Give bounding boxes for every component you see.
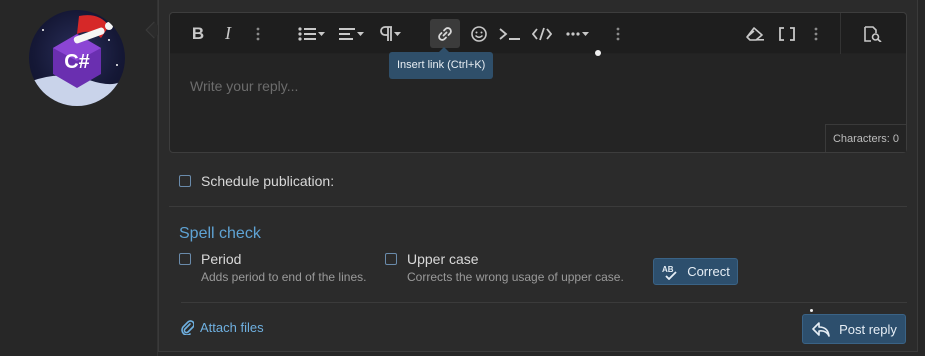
correct-label: Correct <box>687 264 730 279</box>
chevron-down-icon <box>356 31 364 36</box>
chevron-down-icon <box>393 31 401 36</box>
reply-icon <box>812 322 830 337</box>
emoji-button[interactable] <box>466 19 492 48</box>
list-button[interactable] <box>294 19 328 48</box>
bold-button[interactable]: B <box>186 19 210 48</box>
avatar-text: C# <box>64 51 90 73</box>
cursor-dot-2 <box>810 309 813 312</box>
eraser-icon <box>746 26 764 41</box>
remove-formatting-button[interactable] <box>742 19 768 48</box>
paperclip-icon <box>181 320 194 335</box>
reply-textarea[interactable]: Write your reply... Characters: 0 <box>170 54 906 152</box>
chevron-down-icon <box>317 31 325 36</box>
svg-text:AB: AB <box>662 265 674 274</box>
attach-files-label: Attach files <box>200 319 264 335</box>
post-reply-button[interactable]: Post reply <box>802 314 906 344</box>
terminal-icon <box>499 27 520 40</box>
toolbar-divider <box>840 13 841 54</box>
period-label: Period <box>201 251 242 267</box>
chevron-down-icon <box>581 31 589 36</box>
paragraph-icon <box>379 25 392 41</box>
reply-placeholder: Write your reply... <box>190 78 299 94</box>
more-vertical-icon <box>616 27 620 40</box>
insert-link-tooltip: Insert link (Ctrl+K) <box>389 47 494 79</box>
list-icon <box>297 26 316 41</box>
upper-case-description: Corrects the wrong usage of upper case. <box>407 270 624 284</box>
more-vertical-icon <box>814 27 818 40</box>
more-insert-options-button[interactable] <box>562 19 592 48</box>
bbcode-toggle-button[interactable] <box>774 19 800 48</box>
bold-icon: B <box>191 23 205 43</box>
more-options-button-2[interactable] <box>808 19 824 48</box>
character-count: Characters: 0 <box>824 124 906 152</box>
post-reply-label: Post reply <box>839 321 897 337</box>
link-icon <box>438 26 452 41</box>
editor-toolbar: B I <box>170 13 906 54</box>
preview-icon <box>864 25 882 42</box>
align-button[interactable] <box>334 19 368 48</box>
more-horizontal-icon <box>565 31 580 36</box>
correct-button[interactable]: AB Correct <box>653 258 738 285</box>
code-icon <box>532 27 552 40</box>
schedule-checkbox[interactable] <box>179 175 191 187</box>
more-text-options-button[interactable] <box>250 19 266 48</box>
cursor-dot <box>595 50 601 56</box>
avatar[interactable]: C# <box>29 10 125 106</box>
period-description: Adds period to end of the lines. <box>201 270 367 284</box>
upper-case-checkbox[interactable] <box>385 253 397 265</box>
smiley-icon <box>471 25 487 42</box>
user-column: C# <box>0 0 158 356</box>
period-checkbox[interactable] <box>179 253 191 265</box>
paragraph-button[interactable] <box>374 19 406 48</box>
spell-check-icon: AB <box>662 265 677 280</box>
spell-option-period[interactable]: Period Adds period to end of the lines. <box>179 251 366 284</box>
italic-icon: I <box>225 23 231 43</box>
insert-link-button[interactable] <box>430 19 460 48</box>
preview-button[interactable] <box>858 19 888 48</box>
italic-button[interactable]: I <box>216 19 240 48</box>
upper-case-label: Upper case <box>407 251 479 267</box>
spell-check-title: Spell check <box>179 225 261 242</box>
more-vertical-icon <box>256 27 260 40</box>
align-icon <box>338 27 355 40</box>
section-divider <box>169 206 907 207</box>
avatar-image: C# <box>29 15 125 106</box>
code-block-button[interactable] <box>528 19 556 48</box>
spell-option-upper-case[interactable]: Upper case Corrects the wrong usage of u… <box>385 251 624 284</box>
inline-code-button[interactable] <box>496 19 524 48</box>
schedule-publication[interactable]: Schedule publication: <box>179 173 334 189</box>
footer-divider <box>181 302 907 303</box>
schedule-label: Schedule publication: <box>201 173 335 189</box>
more-options-button[interactable] <box>610 19 626 48</box>
attach-files-link[interactable]: Attach files <box>180 319 264 335</box>
brackets-icon <box>779 26 795 41</box>
reply-editor: B I Write your reply... Characters: 0 <box>169 12 907 153</box>
